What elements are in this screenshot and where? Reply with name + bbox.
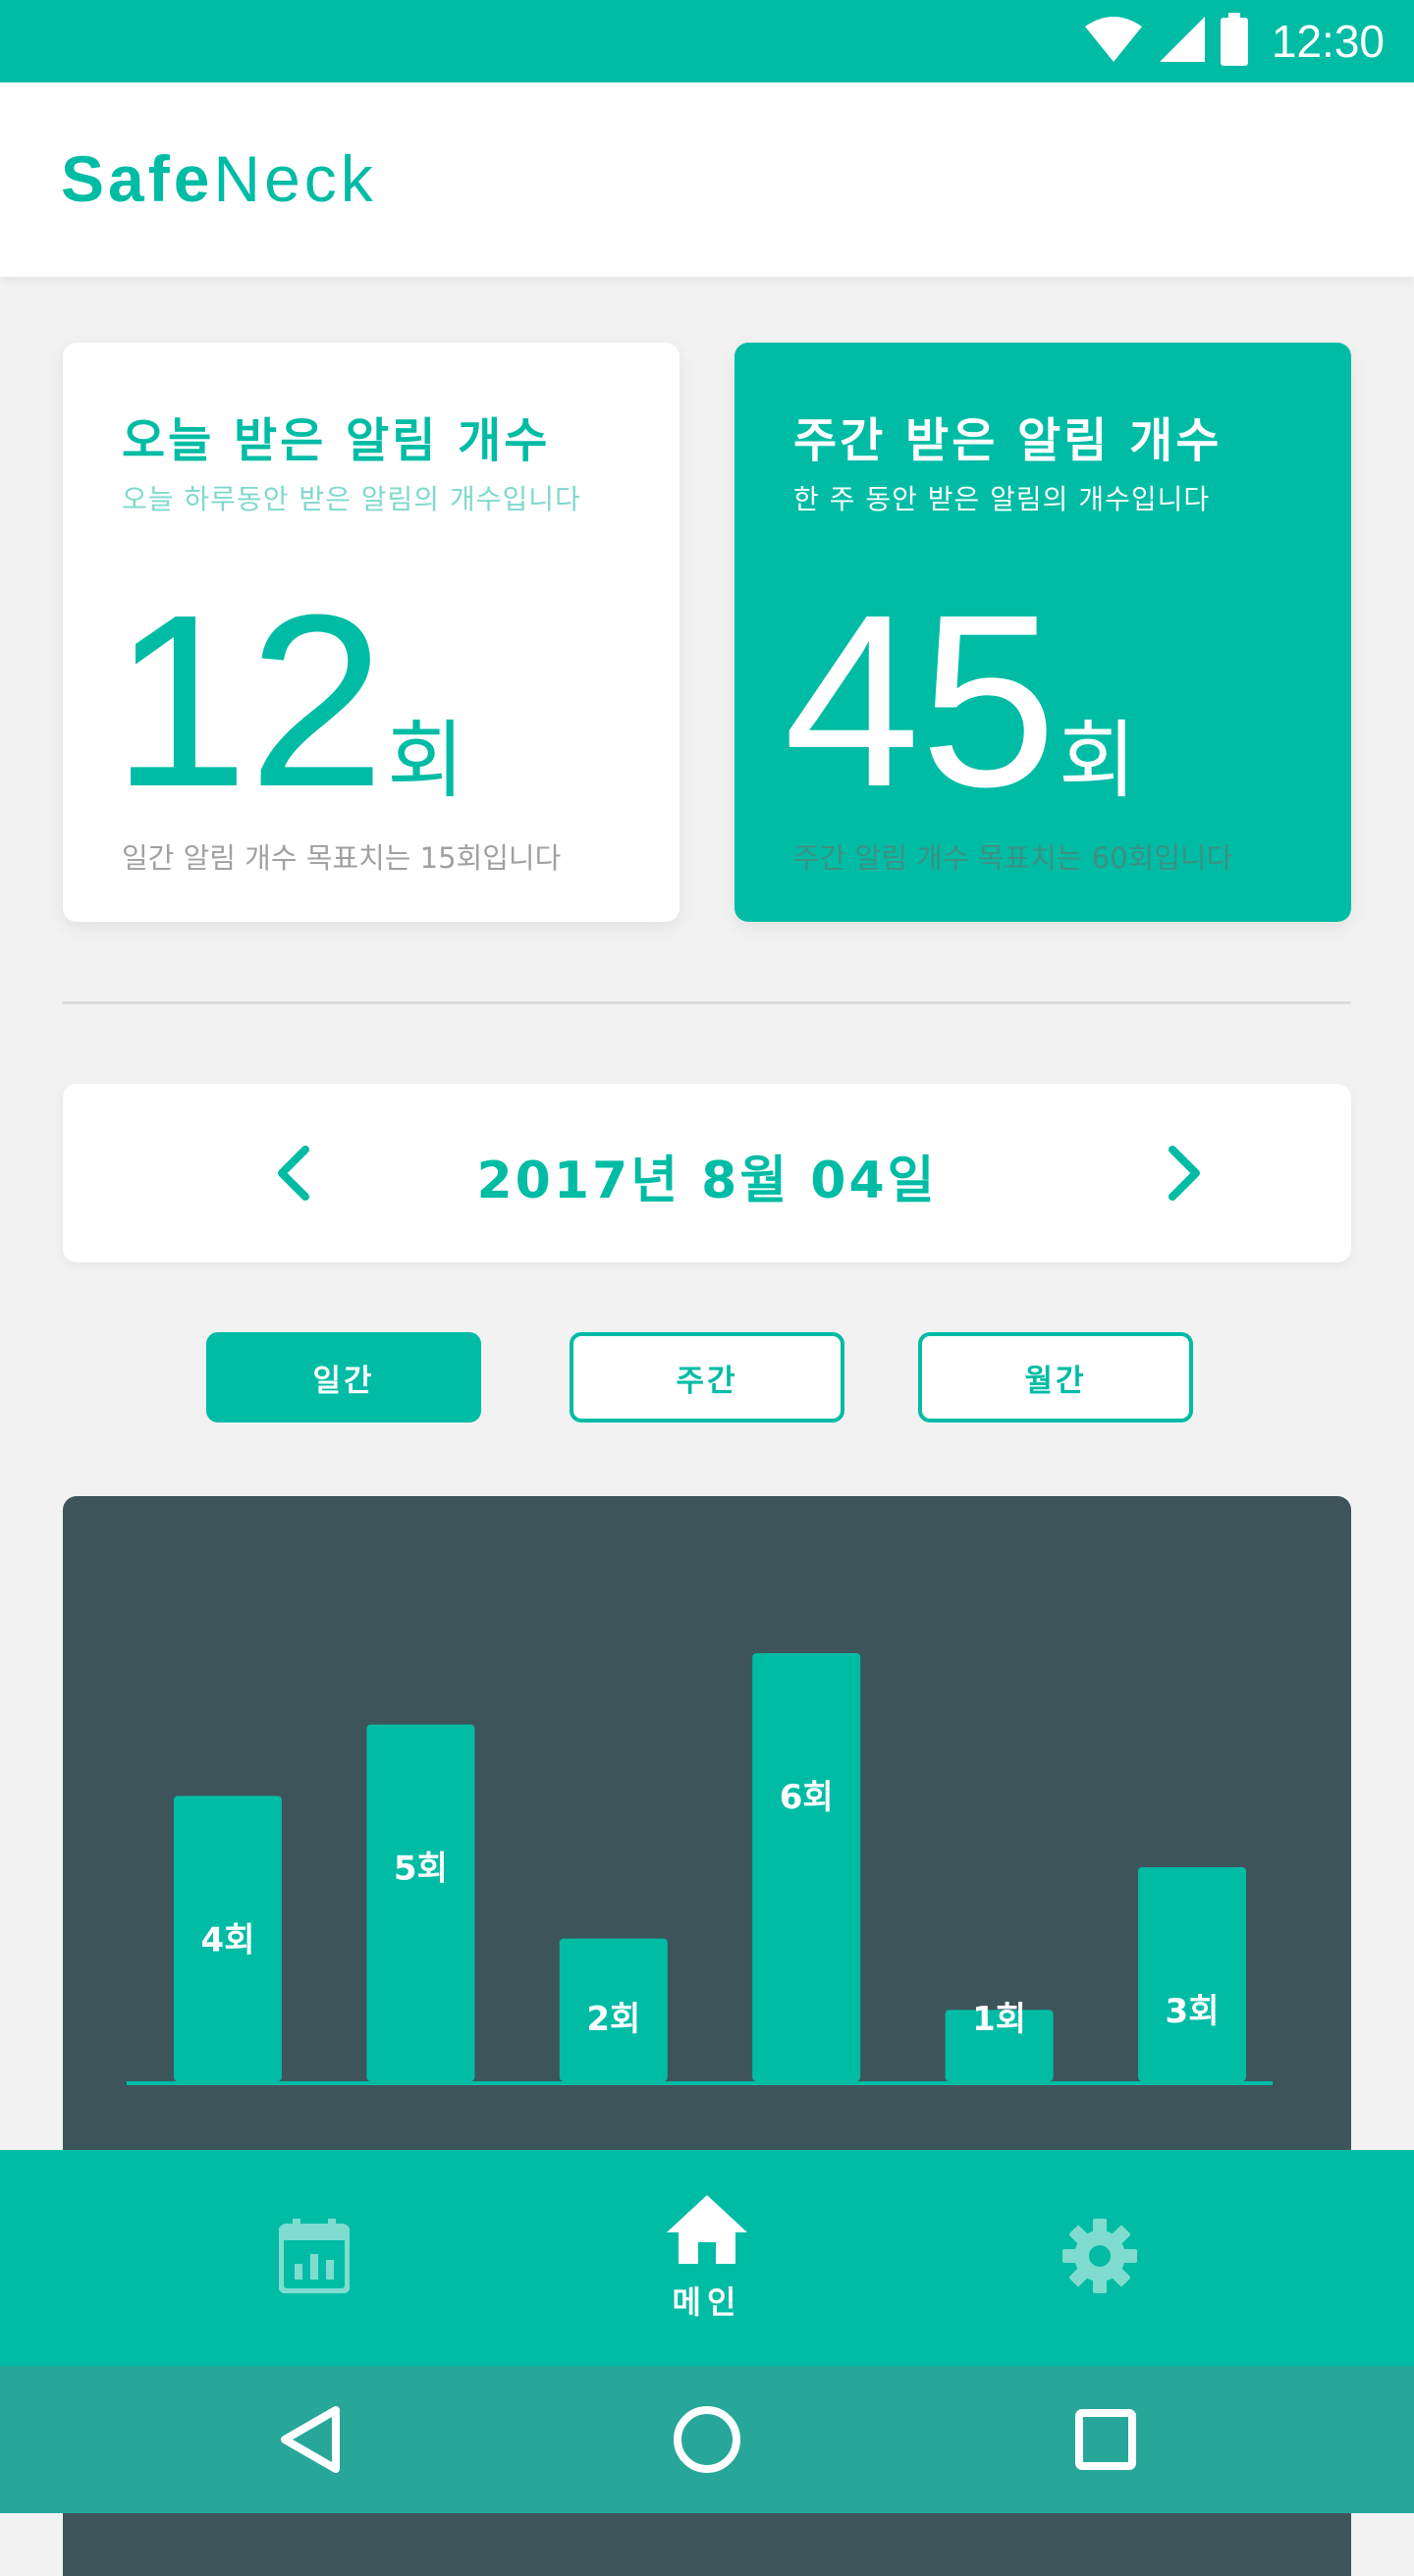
card-footer: 일간 알림 개수 목표치는 15회입니다 xyxy=(122,841,562,875)
tab-daily[interactable]: 일간 xyxy=(206,1332,481,1422)
home-icon xyxy=(665,2193,749,2270)
app-bar: SafeNeck xyxy=(0,82,1414,277)
count-unit: 회 xyxy=(1059,712,1137,810)
weekly-alert-card: 주간 받은 알림 개수 한 주 동안 받은 알림의 개수입니다 45 회 주간 … xyxy=(734,343,1351,922)
back-icon[interactable] xyxy=(251,2366,369,2513)
bottom-navigation: 메인 xyxy=(0,2150,1414,2366)
cell-signal-icon xyxy=(1158,15,1207,68)
nav-main[interactable]: 메인 xyxy=(609,2150,805,2366)
chart-bar xyxy=(1138,1867,1246,2081)
status-icons: 12:30 xyxy=(1083,13,1385,70)
chart-bar xyxy=(366,1724,475,2081)
status-time: 12:30 xyxy=(1271,16,1385,67)
calendar-chart-icon xyxy=(278,2219,351,2297)
section-divider xyxy=(63,1001,1351,1004)
card-footer: 주간 알림 개수 목표치는 60회입니다 xyxy=(793,841,1233,875)
card-title: 오늘 받은 알림 개수 xyxy=(122,413,551,468)
wifi-icon xyxy=(1083,15,1144,68)
card-subtitle: 오늘 하루동안 받은 알림의 개수입니다 xyxy=(122,483,581,515)
date-navigator: 2017년 8월 04일 xyxy=(63,1084,1351,1262)
card-title: 주간 받은 알림 개수 xyxy=(793,413,1223,468)
chart-bar xyxy=(752,1653,861,2081)
chart-data-label: 2회 xyxy=(586,2000,640,2039)
card-subtitle: 한 주 동안 받은 알림의 개수입니다 xyxy=(793,483,1211,515)
daily-alert-card: 오늘 받은 알림 개수 오늘 하루동안 받은 알림의 개수입니다 12 회 일간… xyxy=(63,343,680,922)
home-circle-icon[interactable] xyxy=(648,2366,766,2513)
logo-light-text: Neck xyxy=(213,142,377,215)
chart-data-label: 4회 xyxy=(201,1920,255,1959)
chart-data-label: 3회 xyxy=(1166,1992,1220,2031)
chart-data-label: 6회 xyxy=(780,1778,834,1817)
gear-icon xyxy=(1060,2217,1139,2299)
tab-monthly[interactable]: 월간 xyxy=(918,1332,1193,1422)
battery-icon xyxy=(1220,13,1248,70)
chart-data-label: 5회 xyxy=(394,1850,448,1889)
nav-main-label: 메인 xyxy=(672,2283,742,2321)
recents-icon[interactable] xyxy=(1047,2366,1165,2513)
nav-settings[interactable] xyxy=(1002,2150,1198,2366)
count-unit: 회 xyxy=(387,712,465,810)
chart-svg: 4회 5회 2회 6회 1회 3회 xyxy=(127,1653,1273,2085)
chart-data-label: 1회 xyxy=(972,2000,1026,2039)
status-bar: 12:30 xyxy=(0,0,1414,82)
weekly-count: 45 xyxy=(784,564,1058,837)
chevron-right-icon[interactable] xyxy=(1150,1139,1219,1208)
daily-count: 12 xyxy=(112,564,386,837)
system-navigation xyxy=(0,2366,1414,2513)
logo-bold-text: Safe xyxy=(61,142,214,215)
tab-weekly[interactable]: 주간 xyxy=(570,1332,844,1422)
app-logo: SafeNeck xyxy=(61,141,377,216)
nav-stats[interactable] xyxy=(216,2150,412,2366)
